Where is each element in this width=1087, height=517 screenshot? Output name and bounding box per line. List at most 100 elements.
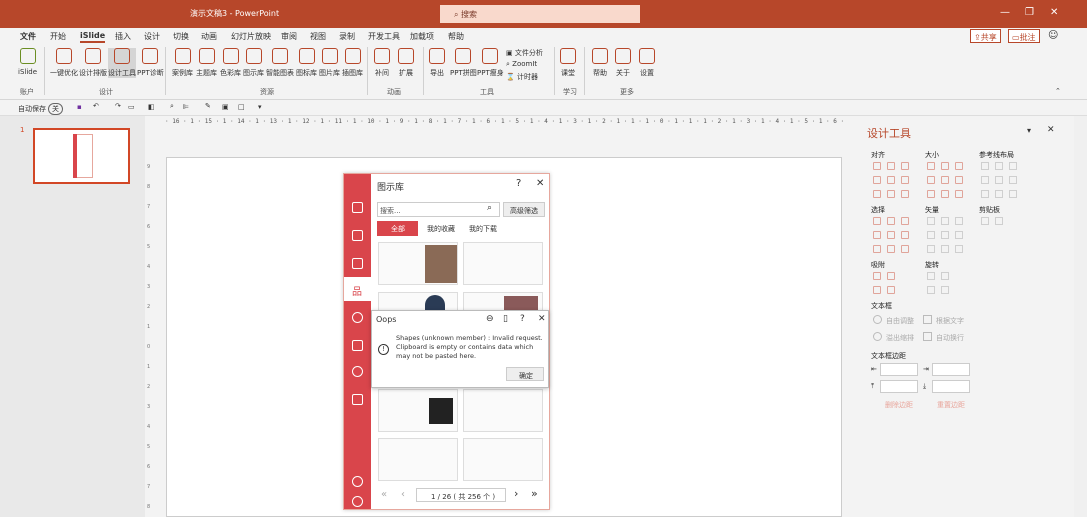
size-tool-icon[interactable] [927,162,935,170]
tab-design[interactable]: 设计 [144,31,160,42]
vector-tool-icon[interactable] [927,217,935,225]
textbox-icon[interactable]: ▭ [128,103,135,111]
last-page-icon[interactable]: » [531,487,538,500]
diagram-card[interactable] [378,389,458,432]
advanced-filter-button[interactable]: 高级筛选 [503,202,545,217]
reset-margin-link[interactable]: 重置边距 [937,400,965,410]
rocket-nav-icon[interactable] [352,394,363,405]
redo-icon[interactable]: ↷ [115,102,121,110]
smiley-icon[interactable]: ☺ [1048,30,1058,41]
tab-view[interactable]: 视图 [310,31,326,42]
shrink-radio[interactable] [873,332,882,341]
new-slide-icon[interactable]: □ [238,103,245,111]
guide-tool-icon[interactable] [995,176,1003,184]
select-tool-icon[interactable] [901,231,909,239]
guide-tool-icon[interactable] [981,176,989,184]
islide-account-button[interactable]: iSlide [18,48,37,76]
help-button[interactable]: 帮助 [592,48,608,78]
diagram-card[interactable] [463,292,543,312]
library-search-input[interactable]: 搜索... [377,202,500,217]
comment-button[interactable]: ▭批注 [1008,29,1040,43]
vector-tool-icon[interactable] [941,245,949,253]
diagram-card[interactable] [378,242,458,285]
guide-tool-icon[interactable] [981,162,989,170]
diagram-card[interactable] [378,292,458,312]
delete-margin-link[interactable]: 删除边距 [885,400,913,410]
size-tool-icon[interactable] [941,176,949,184]
snap-tool-icon[interactable] [873,286,881,294]
settings-nav-icon[interactable] [352,476,363,487]
snap-tool-icon[interactable] [887,286,895,294]
customize-qat-icon[interactable]: ▾ [258,103,262,111]
vector-tool-icon[interactable] [941,217,949,225]
select-tool-icon[interactable] [887,231,895,239]
color-library-button[interactable]: 色彩库 [220,48,241,78]
case-library-button[interactable]: 案例库 [172,48,193,78]
rotate-tool-icon[interactable] [927,272,935,280]
page-indicator[interactable]: 1 / 26 ( 共 256 个 ) [416,488,506,502]
search-box[interactable]: ⌕ 搜索 [440,5,640,23]
close-icon[interactable]: ✕ [1050,7,1058,18]
vector-tool-icon[interactable] [955,245,963,253]
align-tool-icon[interactable] [887,176,895,184]
diagram-library-button[interactable]: 图示库 [243,48,264,78]
rotate-tool-icon[interactable] [927,286,935,294]
align-tool-icon[interactable] [901,190,909,198]
theme-nav-icon[interactable] [352,230,363,241]
diagram-card[interactable] [463,389,543,432]
vector-tool-icon[interactable] [927,231,935,239]
left-margin-input[interactable] [880,363,918,376]
tab-record[interactable]: 录制 [339,31,355,42]
first-page-icon[interactable]: « [381,489,387,500]
tab-developer[interactable]: 开发工具 [368,31,400,42]
size-tool-icon[interactable] [955,176,963,184]
select-tool-icon[interactable] [873,217,881,225]
guide-tool-icon[interactable] [995,190,1003,198]
illustration-library-button[interactable]: 插图库 [342,48,363,78]
guide-tool-icon[interactable] [981,190,989,198]
size-tool-icon[interactable] [941,162,949,170]
tab-islide[interactable]: iSlide [80,31,106,43]
align-tool-icon[interactable] [887,162,895,170]
pen-icon[interactable]: ✎ [205,102,211,110]
size-tool-icon[interactable] [927,190,935,198]
scrollbar[interactable] [1074,116,1087,517]
help-icon[interactable]: ? [520,314,525,324]
ppt-slim-button[interactable]: PPT瘦身 [477,48,504,78]
rotate-tool-icon[interactable] [941,272,949,280]
tab-all[interactable]: 全部 [377,221,418,236]
ppt-puzzle-button[interactable]: PPT拼图 [450,48,477,78]
align-icon[interactable]: ⊫ [183,103,189,111]
tab-insert[interactable]: 插入 [115,31,131,42]
tab-file[interactable]: 文件 [20,31,36,42]
vector-tool-icon[interactable] [941,231,949,239]
select-tool-icon[interactable] [887,217,895,225]
tab-review[interactable]: 审阅 [281,31,297,42]
tab-help[interactable]: 帮助 [448,31,464,42]
help-icon[interactable]: ? [516,178,521,189]
trash-icon[interactable]: ▯ [503,314,508,324]
tab-addins[interactable]: 加载项 [410,31,434,42]
undo-icon[interactable]: ↶ [93,102,99,110]
size-tool-icon[interactable] [955,162,963,170]
file-analysis-button[interactable]: ▣ 文件分析 [506,48,543,58]
theme-library-button[interactable]: 主题库 [196,48,217,78]
download-nav-icon[interactable] [352,496,363,507]
color-nav-icon[interactable] [352,258,363,269]
minimize-icon[interactable]: — [1000,7,1010,18]
panel-close-icon[interactable]: ✕ [1047,125,1055,135]
optimize-button[interactable]: 一键优化 [50,48,78,78]
wrap-checkbox[interactable] [923,315,932,324]
vector-tool-icon[interactable] [927,245,935,253]
design-tools-button[interactable]: 设计工具 [108,48,136,78]
prev-page-icon[interactable]: ‹ [401,489,405,500]
snap-tool-icon[interactable] [873,272,881,280]
select-tool-icon[interactable] [873,231,881,239]
select-tool-icon[interactable] [901,245,909,253]
autowrap-checkbox[interactable] [923,332,932,341]
diagram-nav-active[interactable]: 品 [344,277,371,301]
ok-button[interactable]: 确定 [506,367,544,381]
autosave-toggle[interactable]: 关 [48,103,63,115]
close-icon[interactable]: ✕ [538,314,546,324]
image-nav-icon[interactable] [352,366,363,377]
